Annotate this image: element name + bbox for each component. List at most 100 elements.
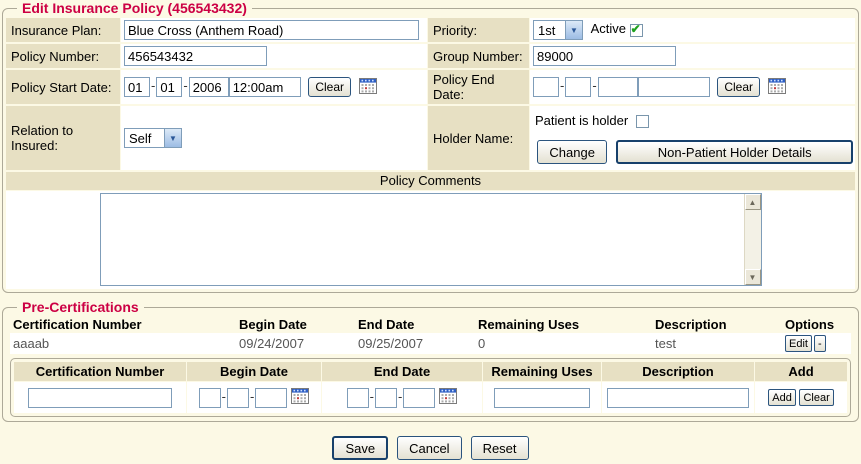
policy-form-table: Insurance Plan: Priority: 1st ▼ Active P… [5, 16, 856, 172]
relation-to-insured-label: Relation to Insured: [6, 106, 120, 170]
pre-certifications-table: Certification Number Begin Date End Date… [10, 316, 851, 354]
active-label: Active [591, 21, 626, 36]
active-checkbox[interactable] [630, 24, 643, 37]
relation-selected-value: Self [125, 131, 164, 146]
add-col-end-date: End Date [322, 362, 482, 381]
priority-label: Priority: [428, 18, 529, 42]
edit-insurance-policy-section: Edit Insurance Policy (456543432) Insura… [2, 0, 859, 293]
policy-end-date-label: Policy End Date: [428, 70, 529, 104]
start-year-input[interactable] [189, 77, 229, 97]
priority-selected-value: 1st [534, 23, 565, 38]
col-begin-date: Begin Date [236, 316, 355, 333]
end-year-input[interactable] [598, 77, 638, 97]
group-number-input[interactable] [533, 46, 676, 66]
add-col-remaining-uses: Remaining Uses [483, 362, 601, 381]
holder-name-label: Holder Name: [428, 106, 529, 170]
new-end-day-input[interactable] [375, 388, 397, 408]
new-begin-month-input[interactable] [199, 388, 221, 408]
col-certification-number: Certification Number [10, 316, 236, 333]
pre-cert-header-row: Certification Number Begin Date End Date… [10, 316, 851, 333]
pre-certifications-section: Pre-Certifications Certification Number … [2, 299, 859, 422]
new-remaining-uses-input[interactable] [494, 388, 590, 408]
add-col-add: Add [755, 362, 847, 381]
new-certification-number-input[interactable] [28, 388, 172, 408]
date-separator: - [151, 78, 155, 93]
end-day-input[interactable] [565, 77, 591, 97]
priority-select[interactable]: 1st ▼ [533, 20, 583, 40]
group-number-label: Group Number: [428, 44, 529, 68]
pre-certifications-title: Pre-Certifications [17, 299, 144, 315]
calendar-icon[interactable] [359, 78, 377, 97]
add-clear-button[interactable]: Clear [799, 389, 833, 406]
chevron-down-icon: ▼ [164, 129, 181, 147]
add-col-certification-number: Certification Number [14, 362, 186, 381]
start-time-input[interactable] [229, 77, 301, 97]
edit-button[interactable]: Edit [785, 335, 812, 352]
date-separator: - [250, 389, 254, 404]
cell-description: test [652, 333, 782, 354]
add-header-row: Certification Number Begin Date End Date… [14, 362, 847, 381]
page-title: Edit Insurance Policy (456543432) [17, 0, 252, 16]
cell-certification-number: aaaab [10, 333, 236, 354]
scroll-up-icon[interactable]: ▲ [745, 194, 761, 210]
insurance-plan-label: Insurance Plan: [6, 18, 120, 42]
row-policy-group-number: Policy Number: Group Number: [6, 44, 855, 68]
cell-end-date: 09/25/2007 [355, 333, 475, 354]
policy-comments-header: Policy Comments [6, 172, 855, 190]
start-date-clear-button[interactable]: Clear [308, 77, 351, 97]
col-options: Options [782, 316, 851, 333]
new-end-month-input[interactable] [347, 388, 369, 408]
reset-button[interactable]: Reset [471, 436, 529, 460]
policy-start-date-label: Policy Start Date: [6, 70, 120, 104]
add-col-description: Description [602, 362, 754, 381]
end-time-input[interactable] [638, 77, 710, 97]
cell-remaining-uses: 0 [475, 333, 652, 354]
new-description-input[interactable] [607, 388, 749, 408]
save-button[interactable]: Save [332, 436, 388, 460]
page: { "colors": { "accent_title": "#CC0044",… [0, 0, 861, 464]
policy-comments-textarea[interactable] [101, 194, 744, 285]
cancel-button[interactable]: Cancel [397, 436, 461, 460]
scrollbar[interactable]: ▲ ▼ [744, 194, 761, 285]
calendar-icon[interactable] [291, 388, 309, 407]
date-separator: - [398, 389, 402, 404]
date-separator: - [592, 78, 596, 93]
add-col-begin-date: Begin Date [187, 362, 321, 381]
add-pre-certification-table: Certification Number Begin Date End Date… [13, 361, 848, 414]
date-separator: - [183, 78, 187, 93]
calendar-icon[interactable] [439, 388, 457, 407]
policy-comments-area: ▲ ▼ [6, 191, 855, 289]
insurance-plan-input[interactable] [124, 20, 419, 40]
row-plan-priority: Insurance Plan: Priority: 1st ▼ Active [6, 18, 855, 42]
new-begin-day-input[interactable] [227, 388, 249, 408]
patient-is-holder-label: Patient is holder [535, 113, 628, 128]
col-end-date: End Date [355, 316, 475, 333]
scroll-down-icon[interactable]: ▼ [745, 269, 761, 285]
new-begin-year-input[interactable] [255, 388, 287, 408]
col-description: Description [652, 316, 782, 333]
add-pre-certification-box: Certification Number Begin Date End Date… [10, 358, 851, 417]
add-button[interactable]: Add [768, 389, 796, 406]
date-separator: - [222, 389, 226, 404]
end-month-input[interactable] [533, 77, 559, 97]
calendar-icon[interactable] [768, 78, 786, 97]
date-separator: - [560, 78, 564, 93]
cell-begin-date: 09/24/2007 [236, 333, 355, 354]
policy-number-input[interactable] [124, 46, 267, 66]
change-holder-button[interactable]: Change [537, 140, 607, 164]
table-row: aaaab 09/24/2007 09/25/2007 0 test Edit … [10, 333, 851, 354]
form-actions: Save Cancel Reset [0, 436, 861, 460]
col-remaining-uses: Remaining Uses [475, 316, 652, 333]
relation-to-insured-select[interactable]: Self ▼ [124, 128, 182, 148]
start-day-input[interactable] [156, 77, 182, 97]
date-separator: - [370, 389, 374, 404]
start-month-input[interactable] [124, 77, 150, 97]
non-patient-holder-details-button[interactable]: Non-Patient Holder Details [616, 140, 853, 164]
patient-is-holder-checkbox[interactable] [636, 115, 649, 128]
chevron-down-icon: ▼ [565, 21, 582, 39]
remove-button[interactable]: - [814, 335, 826, 352]
row-dates: Policy Start Date: - - Clear Policy End D… [6, 70, 855, 104]
end-date-clear-button[interactable]: Clear [717, 77, 760, 97]
policy-number-label: Policy Number: [6, 44, 120, 68]
new-end-year-input[interactable] [403, 388, 435, 408]
